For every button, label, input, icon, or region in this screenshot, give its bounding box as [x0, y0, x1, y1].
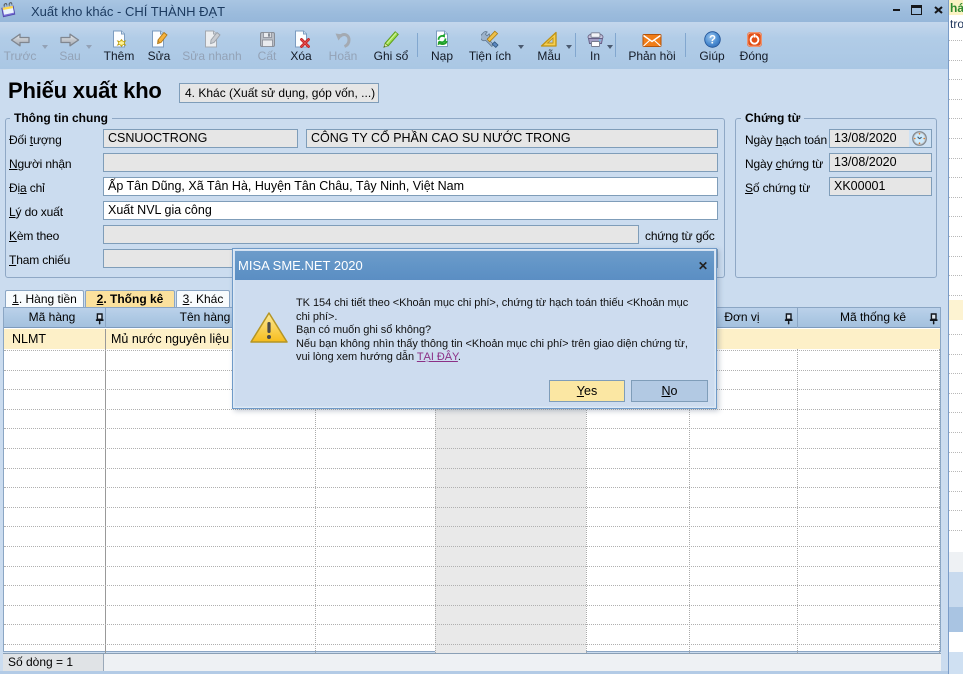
svg-text:?: ?	[708, 35, 715, 47]
